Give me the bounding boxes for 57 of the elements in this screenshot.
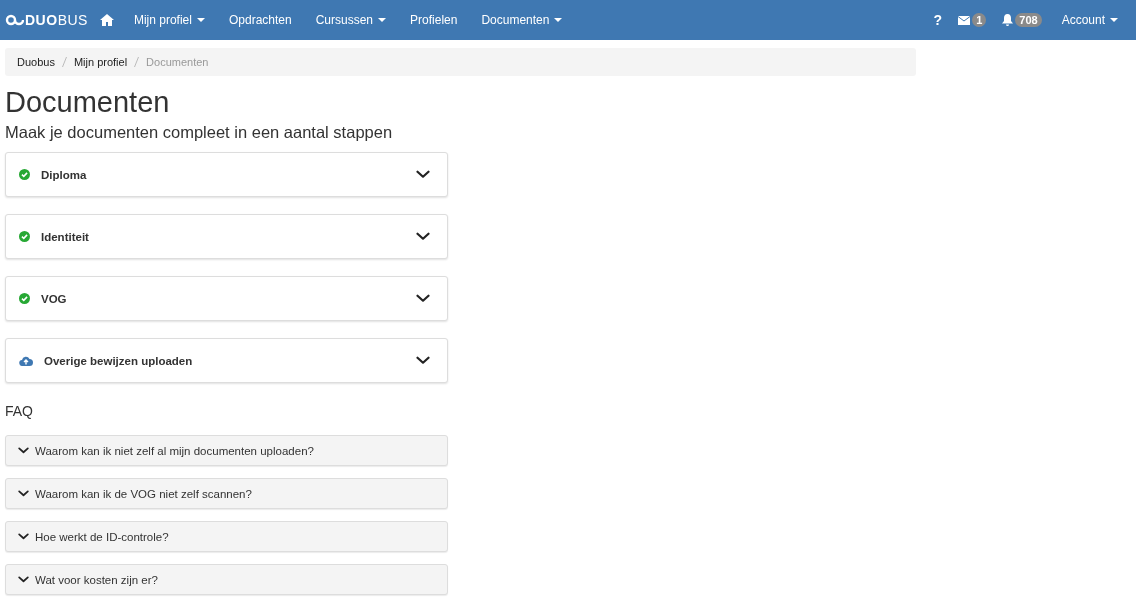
check-circle-icon bbox=[19, 231, 30, 242]
notification-count-badge: 708 bbox=[1015, 13, 1042, 27]
document-title: VOG bbox=[41, 292, 68, 305]
page-title: Documenten bbox=[5, 86, 171, 119]
breadcrumb-link[interactable]: Mijn profiel bbox=[73, 56, 128, 68]
check-circle-icon bbox=[19, 169, 30, 180]
breadcrumb-link[interactable]: Documenten bbox=[146, 56, 209, 68]
help-link[interactable]: ? bbox=[925, 12, 951, 28]
chevron-down-icon bbox=[18, 447, 29, 454]
document-section[interactable]: Overige bewijzen uploaden bbox=[5, 338, 448, 383]
chevron-down-icon bbox=[416, 294, 430, 303]
chevron-down-icon bbox=[18, 533, 29, 540]
envelope-icon bbox=[958, 15, 971, 25]
caret-icon bbox=[196, 18, 205, 22]
faq-item[interactable]: Waarom kan ik de VOG niet zelf scannen? bbox=[5, 478, 448, 509]
faq-question: Hoe werkt de ID-controle? bbox=[35, 530, 169, 543]
caret-icon bbox=[378, 18, 387, 22]
messages-link[interactable]: 1 bbox=[950, 13, 995, 27]
caret-icon bbox=[1110, 18, 1118, 22]
notifications-link[interactable]: 708 bbox=[994, 13, 1050, 27]
document-title: Overige bewijzen uploaden bbox=[44, 354, 194, 367]
chevron-down-icon bbox=[18, 576, 29, 583]
chevron-down-icon bbox=[416, 170, 430, 179]
nav-link[interactable]: Mijn profiel bbox=[121, 13, 217, 27]
message-count-badge: 1 bbox=[972, 13, 987, 27]
check-circle-icon bbox=[19, 293, 30, 304]
nav-link[interactable]: Cursussen bbox=[303, 13, 399, 27]
faq-item[interactable]: Hoe werkt de ID-controle? bbox=[5, 521, 448, 552]
page-subtitle: Maak je documenten compleet in een aantal stappen bbox=[5, 123, 394, 142]
cloud-upload-icon bbox=[19, 355, 33, 366]
home-icon[interactable] bbox=[99, 14, 114, 26]
nav-link[interactable]: Profielen bbox=[398, 13, 470, 27]
document-section[interactable]: Diploma bbox=[5, 152, 448, 197]
bell-icon bbox=[1002, 14, 1014, 26]
document-section[interactable]: Identiteit bbox=[5, 214, 448, 259]
nav-link[interactable]: Opdrachten bbox=[216, 13, 304, 27]
account-menu[interactable]: Account bbox=[1049, 13, 1130, 27]
caret-icon bbox=[554, 18, 563, 22]
faq-question: Waarom kan ik niet zelf al mijn documenten uploaden? bbox=[35, 444, 314, 457]
faq-item[interactable]: Wat voor kosten zijn er? bbox=[5, 564, 448, 595]
chevron-down-icon bbox=[18, 490, 29, 497]
breadcrumb-separator-icon bbox=[61, 57, 67, 67]
document-title: Identiteit bbox=[41, 230, 90, 243]
document-title: Diploma bbox=[41, 168, 88, 181]
logo-text: DUOBUS bbox=[25, 12, 88, 28]
document-section[interactable]: VOG bbox=[5, 276, 448, 321]
knot-icon bbox=[4, 12, 24, 28]
logo[interactable]: DUOBUS bbox=[4, 12, 88, 28]
faq-heading: FAQ bbox=[5, 403, 34, 419]
chevron-down-icon bbox=[416, 356, 430, 365]
faq-item[interactable]: Waarom kan ik niet zelf al mijn documenten uploaden? bbox=[5, 435, 448, 466]
nav-link[interactable]: Documenten bbox=[469, 13, 575, 27]
breadcrumb-link[interactable]: Duobus bbox=[17, 56, 55, 68]
breadcrumb-separator-icon bbox=[134, 57, 140, 67]
faq-question: Waarom kan ik de VOG niet zelf scannen? bbox=[35, 487, 252, 500]
faq-question: Wat voor kosten zijn er? bbox=[35, 573, 158, 586]
chevron-down-icon bbox=[416, 232, 430, 241]
